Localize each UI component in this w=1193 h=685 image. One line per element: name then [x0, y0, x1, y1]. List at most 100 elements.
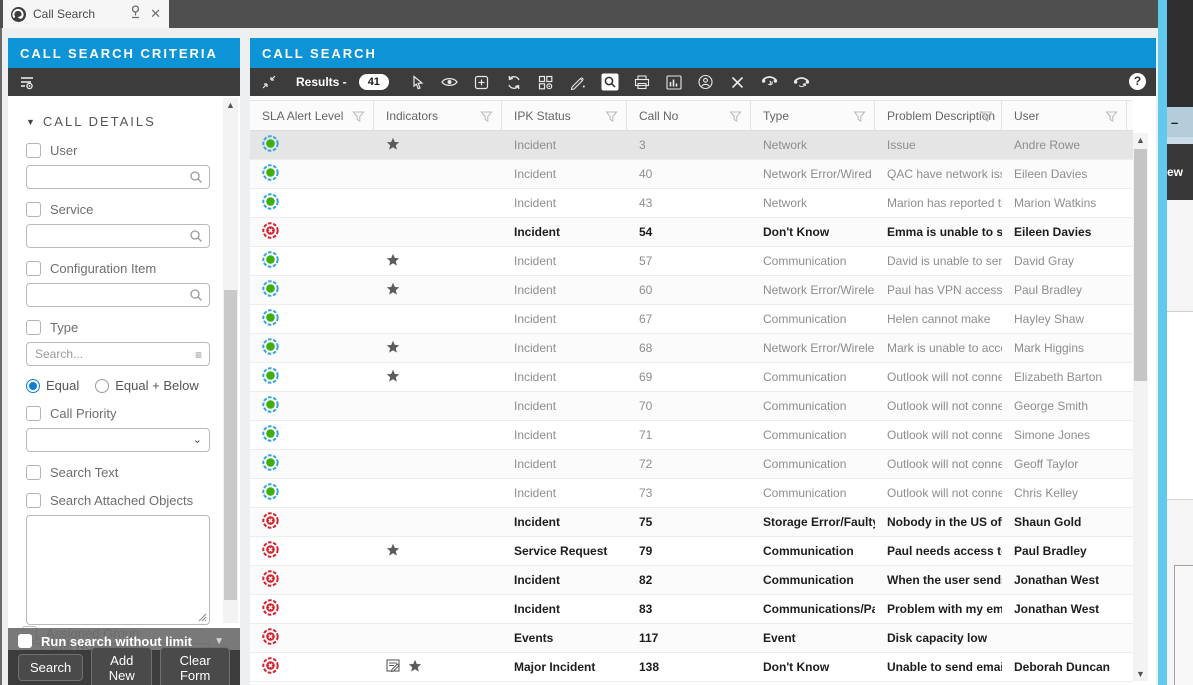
table-scrollbar[interactable]: ▲ ▼ [1133, 133, 1148, 681]
table-row[interactable]: Incident69CommunicationOutlook will not … [250, 363, 1133, 392]
table-row[interactable]: Incident83Communications/Pager *Problem … [250, 595, 1133, 624]
search-icon [189, 288, 203, 307]
column-header-indicators[interactable]: Indicators [374, 101, 502, 130]
run-without-limit-checkbox[interactable] [18, 634, 32, 648]
column-header-call-no[interactable]: Call No [627, 101, 751, 130]
scroll-up-icon[interactable]: ▲ [1133, 135, 1148, 145]
search-attached-checkbox-row[interactable]: Search Attached Objects [26, 493, 210, 508]
column-header-sla-alert-level[interactable]: SLA Alert Level [250, 101, 374, 130]
type-checkbox[interactable] [26, 320, 41, 335]
refresh-icon[interactable] [503, 72, 525, 92]
column-header-problem-description[interactable]: Problem Description [875, 101, 1002, 130]
service-checkbox-row[interactable]: Service [26, 202, 210, 217]
scroll-up-icon[interactable]: ▲ [223, 100, 238, 110]
config-item-checkbox[interactable] [26, 261, 41, 276]
help-icon[interactable]: ? [1129, 73, 1146, 90]
phone-forward-icon[interactable] [791, 72, 813, 92]
print-icon[interactable] [631, 72, 653, 92]
config-item-search-input[interactable] [26, 283, 210, 307]
search-box-icon[interactable] [599, 72, 621, 92]
table-row[interactable]: Incident82CommunicationWhen the user sen… [250, 566, 1133, 595]
table-row[interactable]: Incident43NetworkMarion has reported tha… [250, 189, 1133, 218]
type-cell: Network [751, 189, 875, 217]
sla-alert-cell [250, 334, 374, 362]
user-link-icon[interactable] [695, 72, 717, 92]
resize-handle-icon[interactable] [197, 612, 207, 622]
radio-equal[interactable]: Equal [26, 378, 79, 393]
table-row[interactable]: Incident57CommunicationDavid is unable t… [250, 247, 1133, 276]
scroll-down-icon[interactable]: ▼ [214, 636, 224, 647]
config-item-checkbox-row[interactable]: Configuration Item [26, 261, 210, 276]
radio-equal-button[interactable] [26, 379, 40, 393]
sidebar-scrollbar[interactable]: ▲ [223, 98, 238, 623]
service-checkbox[interactable] [26, 202, 41, 217]
clear-form-button[interactable]: Clear Form [160, 647, 230, 685]
collapse-icon[interactable] [258, 72, 280, 92]
ipk-status-cell: Incident [502, 334, 627, 362]
table-row[interactable]: Service Request79CommunicationPaul needs… [250, 537, 1133, 566]
search-text-checkbox-row[interactable]: Search Text [26, 465, 210, 480]
filter-funnel-icon[interactable] [980, 110, 993, 126]
table-row[interactable]: Incident72CommunicationOutlook will not … [250, 450, 1133, 479]
type-checkbox-row[interactable]: Type [26, 320, 210, 335]
sla-green-icon [262, 396, 279, 416]
radio-equal-below-button[interactable] [95, 379, 109, 393]
search-text-checkbox[interactable] [26, 465, 41, 480]
type-search-input[interactable]: Search... ≡ [26, 342, 210, 366]
table-row[interactable]: Events117EventDisk capacity low [250, 624, 1133, 653]
scroll-down-icon[interactable]: ▼ [1133, 669, 1148, 679]
call-no-cell: 67 [627, 305, 751, 333]
call-priority-checkbox-row[interactable]: Call Priority [26, 406, 210, 421]
signature-icon[interactable] [567, 72, 589, 92]
table-row[interactable]: Incident54Don't KnowEmma is unable to se… [250, 218, 1133, 247]
section-call-details[interactable]: ▼ CALL DETAILS [26, 114, 210, 129]
eye-icon[interactable] [439, 72, 461, 92]
table-row[interactable]: Incident3NetworkIssueAndre Rowe [250, 131, 1133, 160]
table-row[interactable]: Incident60Network Error/WirelessPaul has… [250, 276, 1133, 305]
add-new-button[interactable]: Add New [91, 647, 152, 685]
user-search-input[interactable] [26, 165, 210, 189]
service-search-input[interactable] [26, 224, 210, 248]
column-header-ipk-status[interactable]: IPK Status [502, 101, 627, 130]
pin-icon[interactable] [130, 5, 141, 24]
call-priority-select[interactable]: ⌄ [26, 428, 210, 452]
filter-settings-icon[interactable] [16, 72, 38, 92]
phone-icon[interactable] [759, 72, 781, 92]
sla-alert-cell [250, 247, 374, 275]
tab-close-icon[interactable]: ✕ [150, 6, 161, 22]
table-row[interactable]: Incident73CommunicationOutlook will not … [250, 479, 1133, 508]
table-row[interactable]: Incident71CommunicationOutlook will not … [250, 421, 1133, 450]
user-checkbox-row[interactable]: User [26, 143, 210, 158]
search-button[interactable]: Search [18, 654, 83, 681]
column-header-user[interactable]: User [1002, 101, 1127, 130]
column-header-type[interactable]: Type [751, 101, 875, 130]
background-minimize-button[interactable]: – [1167, 107, 1193, 137]
table-row[interactable]: Incident75Storage Error/FaultyNobody in … [250, 508, 1133, 537]
filter-funnel-icon[interactable] [352, 110, 365, 126]
filter-funnel-icon[interactable] [1105, 110, 1118, 126]
table-row[interactable]: Incident67CommunicationHelen cannot make… [250, 305, 1133, 334]
table-row[interactable]: Incident40Network Error/WiredQAC have ne… [250, 160, 1133, 189]
grid-settings-icon[interactable] [535, 72, 557, 92]
table-row[interactable]: Major Incident138Don't KnowUnable to sen… [250, 653, 1133, 682]
star-icon [386, 137, 400, 154]
chart-box-icon[interactable] [663, 72, 685, 92]
filter-funnel-icon[interactable] [853, 110, 866, 126]
user-checkbox[interactable] [26, 143, 41, 158]
filter-funnel-icon[interactable] [729, 110, 742, 126]
tab-call-search[interactable]: Call Search ✕ [3, 0, 169, 28]
filter-funnel-icon[interactable] [480, 110, 493, 126]
pointer-icon[interactable] [407, 72, 429, 92]
radio-equal-below[interactable]: Equal + Below [95, 378, 198, 393]
search-attached-textarea[interactable] [26, 515, 210, 625]
scrollbar-thumb[interactable] [224, 290, 237, 600]
ipk-status-cell: Incident [502, 189, 627, 217]
table-row[interactable]: Incident70CommunicationOutlook will not … [250, 392, 1133, 421]
scrollbar-thumb[interactable] [1134, 149, 1147, 381]
table-row[interactable]: Incident68Network Error/WirelessMark is … [250, 334, 1133, 363]
filter-funnel-icon[interactable] [605, 110, 618, 126]
add-box-icon[interactable] [471, 72, 493, 92]
search-attached-checkbox[interactable] [26, 493, 41, 508]
call-priority-checkbox[interactable] [26, 406, 41, 421]
close-x-icon[interactable] [727, 72, 749, 92]
